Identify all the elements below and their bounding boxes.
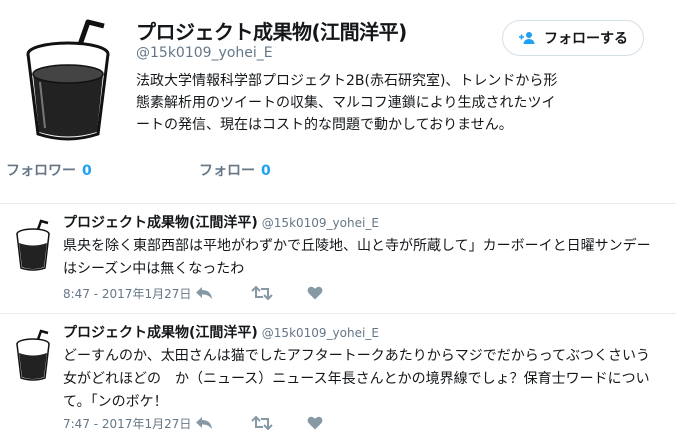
- reply-button[interactable]: [195, 283, 251, 303]
- like-button[interactable]: [307, 283, 363, 303]
- tweet-author-name[interactable]: プロジェクト成果物(江間洋平): [63, 215, 258, 231]
- tweet-timestamp[interactable]: 8:47 - 2017年1月27日: [63, 285, 195, 302]
- retweet-icon: [251, 416, 273, 430]
- like-button[interactable]: [307, 413, 363, 433]
- tweet-header: プロジェクト成果物(江間洋平) @15k0109_yohei_E: [63, 212, 379, 232]
- tweet-footer: 8:47 - 2017年1月27日: [63, 283, 363, 303]
- profile-handle[interactable]: @15k0109_yohei_E: [136, 45, 273, 61]
- divider: [0, 203, 676, 204]
- tweet-avatar[interactable]: [12, 328, 54, 382]
- follow-button-label: フォローする: [544, 30, 628, 46]
- heart-icon: [307, 286, 323, 300]
- reply-icon: [196, 287, 212, 299]
- followers-stat[interactable]: フォロワー 0: [6, 160, 92, 180]
- tweet-author-handle[interactable]: @15k0109_yohei_E: [262, 216, 379, 230]
- profile-avatar[interactable]: [18, 16, 118, 144]
- retweet-icon: [251, 286, 273, 300]
- tweet-avatar[interactable]: [12, 218, 54, 272]
- followers-count: 0: [82, 163, 92, 179]
- tweet-footer: 7:47 - 2017年1月27日: [63, 413, 363, 433]
- tweet[interactable]: プロジェクト成果物(江間洋平) @15k0109_yohei_E 県央を除く東部西…: [0, 212, 676, 308]
- retweet-button[interactable]: [251, 283, 307, 303]
- following-label: フォロー: [199, 163, 255, 179]
- tweet-text: 県央を除く東部西部は平地がわずかで丘陵地、山と寺が所蔵して」カーボーイと日曜サン…: [63, 238, 651, 277]
- reply-icon: [196, 417, 212, 429]
- profile-name[interactable]: プロジェクト成果物(江間洋平): [136, 16, 407, 45]
- follow-button[interactable]: フォローする: [502, 20, 644, 56]
- glass-drink-icon: [26, 19, 110, 141]
- tweet-timestamp[interactable]: 7:47 - 2017年1月27日: [63, 415, 195, 432]
- add-user-icon: [519, 32, 535, 44]
- glass-drink-icon: [16, 329, 50, 381]
- followers-label: フォロワー: [6, 163, 76, 179]
- profile-bio: 法政大学情報科学部プロジェクト2B(赤石研究室)、トレンドから形態素解析用のツイ…: [136, 73, 558, 133]
- tweet-header: プロジェクト成果物(江間洋平) @15k0109_yohei_E: [63, 322, 379, 342]
- divider: [0, 313, 676, 314]
- following-count: 0: [261, 163, 271, 179]
- glass-drink-icon: [16, 219, 50, 271]
- tweet-text: どーすんのか、太田さんは猫でしたアフタートークあたりからマジでだからってぶつくさ…: [63, 348, 651, 410]
- heart-icon: [307, 416, 323, 430]
- retweet-button[interactable]: [251, 413, 307, 433]
- tweet-author-name[interactable]: プロジェクト成果物(江間洋平): [63, 325, 258, 341]
- tweet-author-handle[interactable]: @15k0109_yohei_E: [262, 326, 379, 340]
- reply-button[interactable]: [195, 413, 251, 433]
- following-stat[interactable]: フォロー 0: [199, 160, 271, 180]
- tweet[interactable]: プロジェクト成果物(江間洋平) @15k0109_yohei_E どーすんのか、太…: [0, 322, 676, 437]
